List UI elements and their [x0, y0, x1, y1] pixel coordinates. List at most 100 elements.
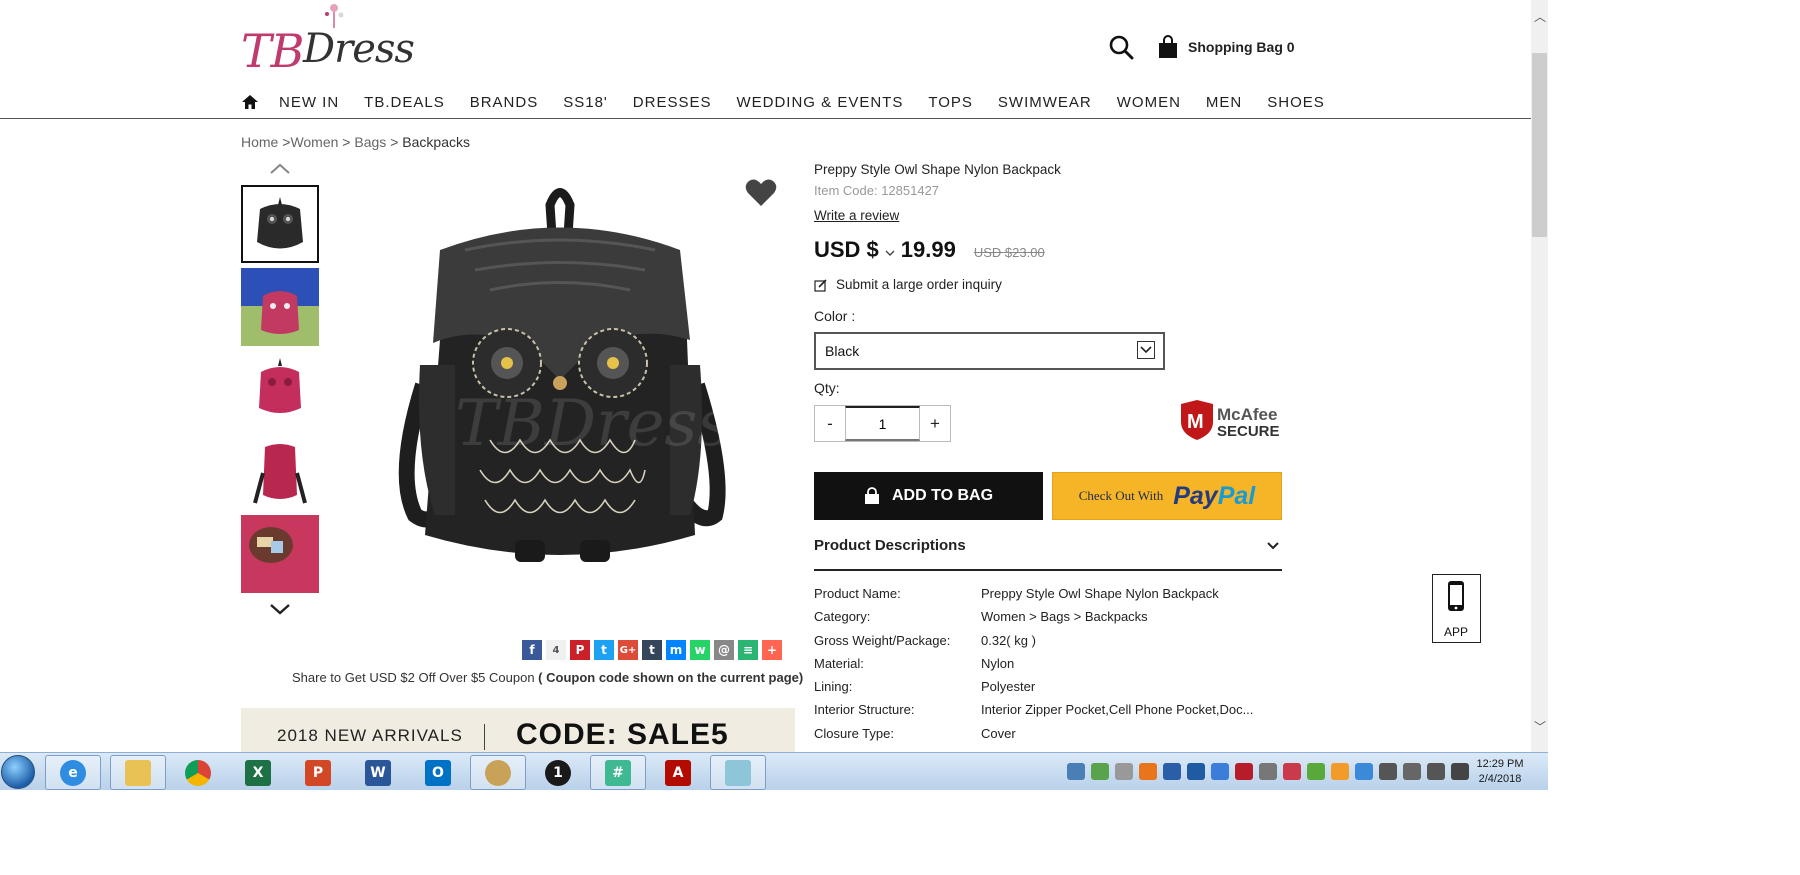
start-button[interactable]	[1, 755, 35, 789]
nav-women[interactable]: WOMEN	[1117, 94, 1181, 111]
breadcrumb-home[interactable]: Home	[241, 134, 278, 150]
taskbar-outlook[interactable]: O	[410, 755, 466, 790]
nav-men[interactable]: MEN	[1206, 94, 1242, 111]
search-icon[interactable]	[1108, 34, 1134, 60]
facebook-share-icon[interactable]: f	[522, 640, 542, 660]
scrollbar-thumb[interactable]	[1532, 53, 1547, 237]
thumbnail-1[interactable]	[241, 185, 319, 263]
wishlist-heart-icon[interactable]	[745, 178, 777, 208]
nav-tops[interactable]: TOPS	[928, 94, 973, 111]
taskbar-powerpoint[interactable]: P	[290, 755, 346, 790]
tray-monitor-icon[interactable]	[1379, 763, 1397, 780]
nav-wedding-events[interactable]: WEDDING & EVENTS	[736, 94, 903, 111]
thumbnail-down-arrow-icon[interactable]	[268, 602, 292, 618]
thumbnail-2[interactable]	[241, 268, 319, 346]
paypal-logo: PayPal	[1173, 482, 1255, 511]
thumbnail-3[interactable]	[241, 350, 319, 428]
shopping-bag-link[interactable]: Shopping Bag 0	[1158, 33, 1295, 61]
taskbar-clock[interactable]: 12:29 PM 2/4/2018	[1470, 757, 1530, 787]
mcafee-line2: SECURE	[1217, 423, 1280, 440]
taskbar-excel[interactable]: X	[230, 755, 286, 790]
currency-chevron-down-icon[interactable]	[885, 249, 895, 257]
tray-printer-icon[interactable]	[1259, 763, 1277, 780]
tray-network-icon[interactable]	[1067, 763, 1085, 780]
nav-swimwear[interactable]: SWIMWEAR	[998, 94, 1092, 111]
thumbnail-5[interactable]	[241, 515, 319, 593]
large-order-inquiry-link[interactable]: Submit a large order inquiry	[814, 277, 1002, 292]
tray-power-icon[interactable]	[1403, 763, 1421, 780]
breadcrumb-bags[interactable]: Bags	[354, 134, 386, 150]
pinterest-share-icon[interactable]: P	[570, 640, 590, 660]
scroll-up-arrow-icon[interactable]: ︿	[1534, 8, 1546, 25]
add-to-bag-label: ADD TO BAG	[891, 487, 994, 504]
thumbnail-owl-pink-side-image	[241, 433, 319, 511]
breadcrumb-women[interactable]: Women	[290, 134, 338, 150]
qty-increase-button[interactable]: +	[920, 406, 950, 441]
color-select[interactable]: Black	[814, 332, 1165, 370]
powerpoint-icon: P	[305, 759, 331, 786]
mcafee-secure-badge[interactable]: M McAfee SECURE	[1178, 400, 1282, 440]
write-review-link[interactable]: Write a review	[814, 208, 899, 223]
nav-ss18[interactable]: SS18'	[563, 94, 608, 111]
spec-value: Interior Zipper Pocket,Cell Phone Pocket…	[981, 702, 1254, 718]
tray-sync-icon[interactable]	[1235, 763, 1253, 780]
spec-key: Product Name:	[814, 586, 901, 601]
tray-app-icon[interactable]	[1163, 763, 1181, 780]
nav-shoes[interactable]: SHOES	[1267, 94, 1325, 111]
share-coupon-text: Share to Get USD $2 Off Over $5 Coupon (…	[292, 670, 803, 685]
tumblr-share-icon[interactable]: t	[642, 640, 662, 660]
taskbar-word[interactable]: W	[350, 755, 406, 790]
page-scrollbar[interactable]: ︿ ﹀	[1531, 0, 1548, 752]
site-logo[interactable]: TB Dress	[241, 2, 415, 78]
app-download-button[interactable]: APP	[1432, 574, 1481, 643]
taskbar-acrobat[interactable]: A	[650, 755, 706, 790]
more-share-icon[interactable]: +	[762, 640, 782, 660]
tray-update-icon[interactable]	[1139, 763, 1157, 780]
tray-cloud-icon[interactable]	[1331, 763, 1349, 780]
taskbar-file-explorer[interactable]	[110, 755, 166, 790]
twitter-share-icon[interactable]: t	[594, 640, 614, 660]
paypal-checkout-button[interactable]: Check Out With PayPal	[1052, 472, 1282, 520]
main-product-image[interactable]: TBDress	[345, 175, 775, 605]
breadcrumb-sep: >	[278, 134, 291, 150]
tray-chat-icon[interactable]	[1307, 763, 1325, 780]
product-descriptions-toggle[interactable]: Product Descriptions	[814, 533, 1282, 571]
tray-settings-icon[interactable]	[1115, 763, 1133, 780]
thumbnail-model-image	[241, 268, 319, 346]
taskbar-paint[interactable]	[470, 755, 526, 790]
tray-alert-icon[interactable]	[1283, 763, 1301, 780]
thumbnail-4[interactable]	[241, 433, 319, 511]
whatsapp-share-icon[interactable]: w	[690, 640, 710, 660]
chevron-down-icon	[1267, 542, 1279, 550]
nav-tb-deals[interactable]: TB.DEALS	[364, 94, 445, 111]
taskbar-slack[interactable]: #	[590, 755, 646, 790]
qty-label: Qty:	[814, 380, 840, 396]
taskbar-chrome[interactable]	[170, 755, 226, 790]
nav-brands[interactable]: BRANDS	[470, 94, 539, 111]
taskbar-1password[interactable]: 1	[530, 755, 586, 790]
add-to-bag-button[interactable]: ADD TO BAG	[814, 472, 1043, 520]
tray-bluetooth-icon[interactable]	[1187, 763, 1205, 780]
tray-security-icon[interactable]	[1091, 763, 1109, 780]
outlook-icon: O	[425, 759, 451, 786]
home-icon[interactable]	[241, 93, 259, 111]
tray-display-icon[interactable]	[1211, 763, 1229, 780]
taskbar-notepad[interactable]	[710, 755, 766, 790]
google-plus-share-icon[interactable]: G+	[618, 640, 638, 660]
qty-decrease-button[interactable]: -	[815, 406, 845, 441]
qty-input[interactable]	[845, 406, 920, 441]
nav-new-in[interactable]: NEW IN	[279, 94, 339, 111]
thumbnail-up-arrow-icon[interactable]	[268, 160, 292, 176]
tray-wifi-signal-icon[interactable]	[1427, 763, 1445, 780]
scroll-down-arrow-icon[interactable]: ﹀	[1534, 718, 1546, 735]
tray-volume-icon[interactable]	[1451, 763, 1469, 780]
messenger-share-icon[interactable]: m	[666, 640, 686, 660]
tray-drive-icon[interactable]	[1355, 763, 1373, 780]
taskbar-internet-explorer[interactable]: e	[45, 755, 101, 790]
email-share-icon[interactable]: @	[714, 640, 734, 660]
sms-share-icon[interactable]: ≡	[738, 640, 758, 660]
promo-banner[interactable]: 2018 NEW ARRIVALS CODE: SALE5	[241, 708, 795, 752]
nav-dresses[interactable]: DRESSES	[633, 94, 712, 111]
spec-row: Product Name: Preppy Style Owl Shape Nylo…	[814, 586, 1284, 609]
currency-selector[interactable]: USD $	[814, 237, 879, 263]
